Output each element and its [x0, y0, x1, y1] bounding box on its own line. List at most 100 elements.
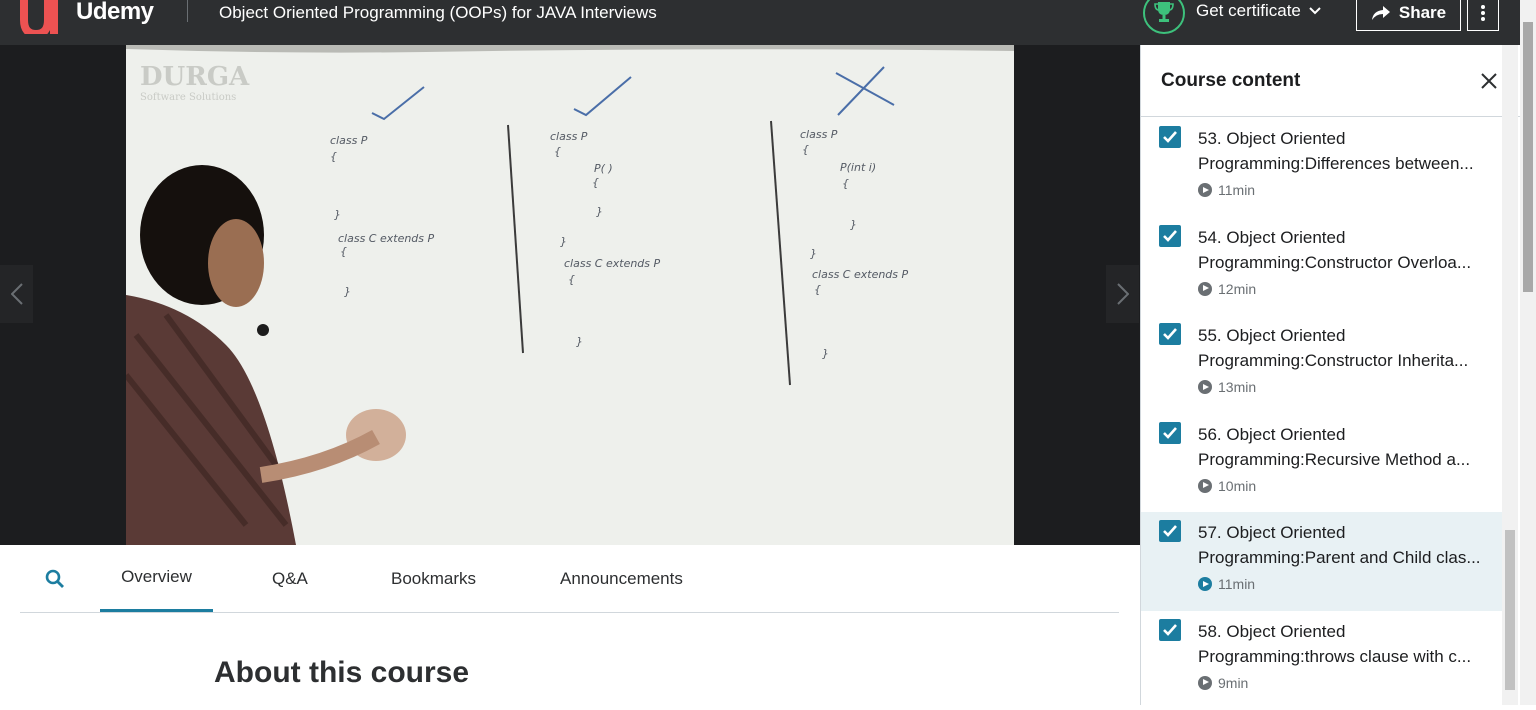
lecture-duration: 10min: [1198, 478, 1503, 494]
duration-text: 11min: [1218, 182, 1256, 198]
video-frame[interactable]: DURGA Software Solutions class P { } class…: [126, 45, 1014, 545]
chevron-left-icon: [10, 283, 23, 305]
lecture-duration: 11min: [1198, 576, 1503, 592]
svg-text:class P: class P: [800, 128, 838, 141]
certificate-label: Get certificate: [1196, 1, 1301, 20]
sidebar-scrollbar-thumb[interactable]: [1505, 530, 1515, 690]
svg-text:{: {: [802, 143, 809, 156]
lecture-item[interactable]: 54. Object Oriented Programming:Construc…: [1141, 217, 1503, 316]
share-button[interactable]: Share: [1356, 0, 1461, 31]
lecture-item[interactable]: 53. Object Oriented Programming:Differen…: [1141, 118, 1503, 217]
search-tab[interactable]: [45, 545, 65, 613]
next-lecture-button[interactable]: [1106, 265, 1139, 323]
share-icon: [1371, 5, 1390, 20]
video-player[interactable]: DURGA Software Solutions class P { } class…: [0, 45, 1140, 545]
sidebar-header: Course content: [1141, 45, 1521, 117]
top-header: Udemy Object Oriented Programming (OOPs)…: [0, 0, 1536, 45]
duration-text: 11min: [1218, 576, 1256, 593]
lecture-title: 57. Object Oriented Programming:Parent a…: [1198, 523, 1481, 568]
udemy-logo[interactable]: Udemy: [18, 0, 154, 34]
tab-qa[interactable]: Q&A: [272, 545, 308, 613]
header-divider: [187, 0, 188, 22]
completed-checkbox[interactable]: [1159, 618, 1181, 641]
sidebar-scrollbar[interactable]: [1502, 45, 1518, 705]
sidebar-title: Course content: [1161, 70, 1301, 91]
svg-text:}: }: [344, 285, 351, 298]
svg-text:class C extends P: class C extends P: [338, 232, 435, 245]
svg-text:}: }: [596, 205, 603, 218]
brand-name: Udemy: [76, 0, 154, 25]
completed-checkbox[interactable]: [1159, 224, 1181, 247]
svg-text:}: }: [576, 335, 583, 348]
play-circle-icon: [1198, 478, 1212, 493]
svg-text:P( ): P( ): [594, 162, 613, 175]
kebab-menu-icon: [1481, 4, 1485, 21]
tab-announcements[interactable]: Announcements: [560, 545, 683, 613]
share-label: Share: [1398, 2, 1447, 22]
lecture-title: 54. Object Oriented Programming:Construc…: [1198, 227, 1472, 272]
svg-text:}: }: [560, 235, 567, 248]
tab-overview[interactable]: Overview: [100, 545, 213, 612]
more-options-button[interactable]: [1467, 0, 1499, 31]
svg-text:class C extends P: class C extends P: [564, 257, 661, 270]
svg-text:P(int i): P(int i): [840, 161, 876, 174]
completed-checkbox[interactable]: [1159, 421, 1181, 444]
duration-text: 12min: [1218, 280, 1257, 297]
watermark-title: DURGA: [140, 62, 250, 92]
svg-text:{: {: [330, 150, 337, 163]
lecture-item[interactable]: 58. Object Oriented Programming:throws c…: [1141, 611, 1503, 710]
lecture-video-image: DURGA Software Solutions class P { } class…: [126, 45, 1014, 545]
chevron-right-icon: [1116, 283, 1129, 305]
watermark-subtitle: Software Solutions: [140, 92, 236, 103]
get-certificate-button[interactable]: Get certificate: [1196, 1, 1321, 21]
lecture-item[interactable]: 55. Object Oriented Programming:Construc…: [1141, 315, 1503, 414]
completed-checkbox[interactable]: [1159, 126, 1181, 148]
completed-checkbox[interactable]: [1159, 520, 1181, 543]
svg-text:}: }: [810, 247, 817, 260]
previous-lecture-button[interactable]: [0, 265, 33, 323]
lecture-item-current[interactable]: 57. Object Oriented Programming:Parent a…: [1141, 512, 1503, 611]
lecture-title: 53. Object Oriented Programming:Differen…: [1198, 129, 1474, 173]
play-circle-icon: [1198, 380, 1212, 395]
lecture-title: 55. Object Oriented Programming:Construc…: [1198, 326, 1469, 371]
duration-text: 13min: [1218, 379, 1257, 396]
page-scrollbar-thumb[interactable]: [1523, 22, 1533, 292]
lecture-duration: 11min: [1198, 182, 1503, 198]
svg-text:{: {: [592, 176, 599, 189]
svg-text:}: }: [334, 208, 341, 221]
lecture-title: 58. Object Oriented Programming:throws c…: [1198, 621, 1472, 666]
play-circle-icon: [1198, 183, 1212, 197]
lecture-item[interactable]: 56. Object Oriented Programming:Recursiv…: [1141, 414, 1503, 513]
svg-text:}: }: [822, 347, 829, 360]
close-icon[interactable]: [1479, 71, 1499, 91]
lecture-title: 56. Object Oriented Programming:Recursiv…: [1198, 424, 1471, 469]
svg-text:class P: class P: [550, 130, 588, 143]
svg-text:class P: class P: [330, 134, 368, 147]
page-scrollbar[interactable]: [1520, 0, 1536, 705]
lecture-list: 53. Object Oriented Programming:Differen…: [1141, 118, 1503, 710]
svg-text:}: }: [850, 218, 857, 231]
svg-text:{: {: [842, 177, 849, 190]
search-icon: [45, 569, 64, 588]
lecture-duration: 9min: [1198, 675, 1503, 691]
play-circle-icon: [1198, 675, 1212, 690]
tab-bookmarks[interactable]: Bookmarks: [391, 545, 476, 613]
lecture-duration: 12min: [1198, 281, 1503, 297]
lecture-duration: 13min: [1198, 379, 1503, 395]
completed-checkbox[interactable]: [1159, 323, 1181, 346]
trophy-icon[interactable]: [1143, 0, 1185, 34]
chevron-down-icon: [1309, 7, 1321, 15]
duration-text: 10min: [1218, 477, 1257, 494]
udemy-logo-icon: [20, 0, 58, 34]
duration-text: 9min: [1218, 674, 1249, 691]
svg-text:class C extends P: class C extends P: [812, 268, 909, 281]
about-heading: About this course: [214, 656, 470, 689]
svg-text:{: {: [554, 145, 561, 158]
play-circle-icon: [1198, 577, 1212, 592]
svg-text:{: {: [568, 273, 575, 286]
play-circle-icon: [1198, 281, 1212, 296]
course-content-sidebar: Course content 53. Object Oriented Progr…: [1140, 45, 1521, 705]
content-tabs: Overview Q&A Bookmarks Announcements: [20, 545, 1119, 613]
course-title[interactable]: Object Oriented Programming (OOPs) for J…: [219, 3, 657, 23]
svg-text:{: {: [814, 283, 821, 296]
